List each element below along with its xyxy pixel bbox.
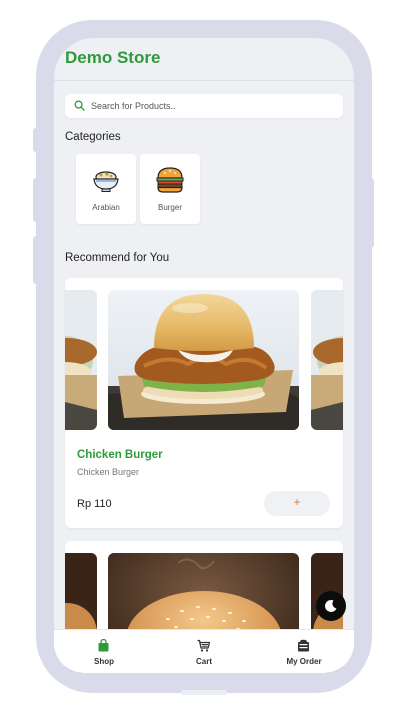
search-bar[interactable]: [65, 94, 343, 118]
bottom-nav: Shop Cart My Order: [54, 629, 354, 673]
app-screen: Demo Store Categories Arabian Burger: [54, 38, 354, 673]
dark-mode-toggle[interactable]: [316, 591, 346, 621]
moon-icon: [325, 599, 337, 612]
nav-cart[interactable]: Cart: [154, 630, 254, 673]
product-description: Chicken Burger: [77, 467, 140, 477]
cart-icon: [197, 639, 210, 652]
store-title: Demo Store: [65, 48, 161, 67]
phone-side-button: [368, 178, 374, 248]
home-indicator: [181, 690, 227, 695]
nav-my-order[interactable]: My Order: [254, 630, 354, 673]
category-label-burger: Burger: [157, 203, 182, 212]
phone-side-button: [33, 128, 39, 152]
phone-side-button: [33, 178, 39, 222]
product-card[interactable]: Chicken Burger Chicken Burger Rp 110 +: [65, 278, 343, 528]
product-image-next[interactable]: [311, 290, 343, 430]
nav-label-my-order: My Order: [286, 657, 322, 666]
category-label-arabian: Arabian: [92, 203, 120, 212]
nav-label-shop: Shop: [94, 657, 114, 666]
add-to-cart-button[interactable]: +: [264, 491, 330, 516]
product-name[interactable]: Chicken Burger: [77, 449, 163, 461]
burger-icon: [156, 167, 184, 193]
product-image[interactable]: [108, 290, 299, 430]
shop-bag-icon: [98, 639, 109, 652]
product-price: Rp 110: [77, 498, 112, 510]
plus-icon: +: [293, 495, 301, 509]
category-card-burger[interactable]: Burger: [140, 154, 200, 224]
search-icon: [74, 100, 85, 111]
arabian-bowl-icon: [93, 171, 119, 192]
category-card-arabian[interactable]: Arabian: [76, 154, 136, 224]
categories-title: Categories: [65, 131, 121, 143]
phone-side-button: [33, 236, 39, 284]
app-header: Demo Store: [54, 38, 354, 81]
nav-shop[interactable]: Shop: [54, 630, 154, 673]
recommend-title: Recommend for You: [65, 252, 170, 264]
search-input[interactable]: [91, 98, 331, 114]
order-icon: [298, 639, 309, 652]
product-image-prev[interactable]: [65, 290, 97, 430]
nav-label-cart: Cart: [195, 657, 212, 666]
